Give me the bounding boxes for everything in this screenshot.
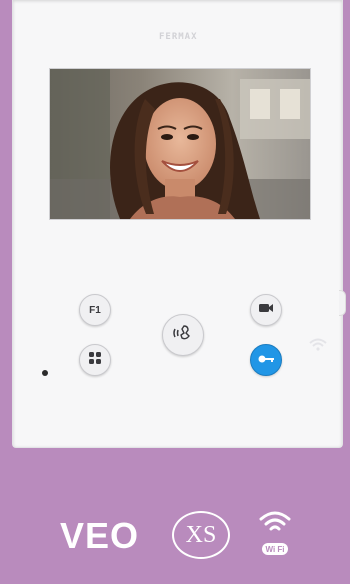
key-icon — [257, 351, 275, 369]
f1-button[interactable]: F1 — [79, 294, 111, 326]
f1-label: F1 — [89, 304, 101, 316]
wifi-indicator-icon — [309, 338, 327, 357]
talk-button[interactable] — [162, 314, 204, 356]
brand-label: FERMAX — [159, 32, 198, 42]
video-screen — [49, 68, 311, 220]
xs-label: XS — [172, 511, 230, 559]
status-led — [42, 370, 48, 376]
wifi-badge: Wi Fi — [262, 543, 288, 555]
wifi-icon — [258, 509, 292, 544]
product-logo: VEO XS Wi Fi — [60, 511, 291, 559]
side-button[interactable] — [339, 290, 346, 316]
talk-icon — [172, 324, 194, 347]
grid-icon — [88, 351, 102, 370]
camera-icon — [258, 301, 274, 319]
menu-button[interactable] — [79, 344, 111, 376]
veo-label: VEO — [60, 515, 140, 556]
door-open-button[interactable] — [250, 344, 282, 376]
camera-button[interactable] — [250, 294, 282, 326]
intercom-monitor: FERMAX F1 — [12, 0, 343, 448]
visitor-image — [50, 69, 310, 219]
